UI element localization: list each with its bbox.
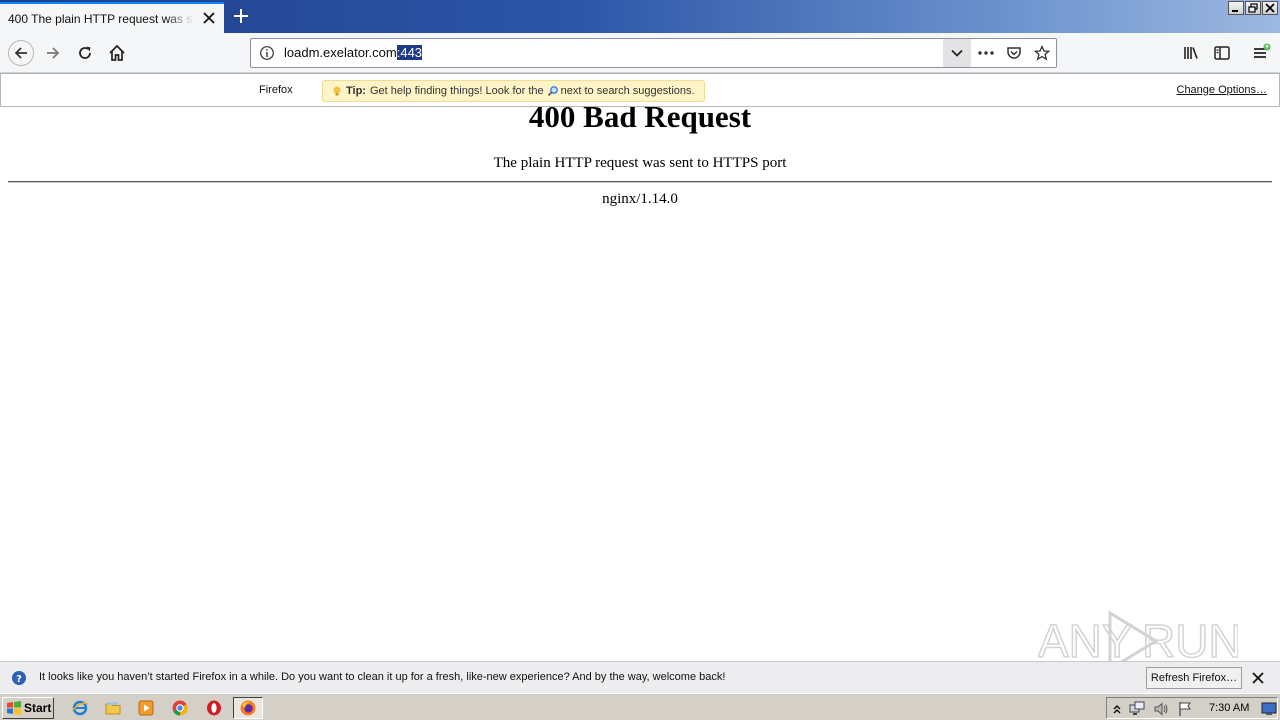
folder-icon [105,702,121,715]
bookmark-star-button[interactable] [1033,44,1051,62]
network-icon [1129,701,1145,715]
anyrun-watermark: ANY RUN [1038,610,1238,661]
sidebar-button[interactable] [1211,42,1233,64]
tray-clock[interactable]: 7:30 AM [1209,702,1249,714]
page-content: 400 Bad Request The plain HTTP request w… [0,107,1280,661]
star-icon [1034,45,1050,61]
taskbar-file-explorer[interactable] [103,698,123,718]
close-icon[interactable] [1251,671,1265,685]
tab-title: 400 The plain HTTP request was sent to H… [8,11,194,26]
speaker-icon [1154,702,1168,716]
horizontal-rule [8,181,1272,183]
watermark-text-left: ANY [1038,615,1133,661]
restore-button[interactable] [1245,1,1261,15]
home-button[interactable] [106,42,128,64]
navigation-toolbar: loadm.exelator.com:443 [0,33,1280,73]
page-actions-button[interactable] [977,44,995,62]
minimize-button[interactable] [1228,1,1244,15]
info-icon[interactable] [259,45,275,61]
reload-icon [79,46,91,59]
search-tip-bar: Firefox Tip: Get help finding things! Lo… [0,73,1280,107]
tray-network[interactable] [1129,701,1145,717]
magnifier-icon [547,86,558,97]
search-tip-box: Tip: Get help finding things! Look for t… [322,80,705,102]
title-bar: 400 The plain HTTP request was sent to H… [0,0,1280,33]
window-controls [1228,1,1278,15]
forward-button[interactable] [42,42,64,64]
internet-explorer-icon [71,700,89,716]
url-port-selected: :443 [396,45,423,60]
plus-icon[interactable] [230,5,252,27]
desktop-icon [1261,702,1277,715]
chevron-up-icon [1113,705,1121,714]
windows-flag-icon [7,701,21,715]
window-close-button[interactable] [1262,1,1278,15]
tip-text-after: next to search suggestions. [560,85,695,97]
url-text[interactable]: loadm.exelator.com:443 [284,45,423,60]
svg-text:?: ? [16,674,22,685]
taskbar-firefox-active[interactable] [233,697,263,719]
server-signature: nginx/1.14.0 [602,191,678,207]
close-icon [1265,3,1275,13]
system-tray: 7:30 AM [1106,697,1278,719]
lightbulb-icon [333,86,341,96]
url-history-dropdown[interactable] [943,39,971,67]
chevron-down-icon [951,49,963,57]
pocket-button[interactable] [1005,44,1023,62]
page-heading: 400 Bad Request [528,107,752,134]
sidebar-icon [1214,46,1230,60]
taskbar-internet-explorer[interactable] [70,698,90,718]
url-host: loadm.exelator.com [284,45,397,60]
forward-arrow-icon [47,47,60,59]
pocket-icon [1007,47,1021,59]
taskbar: Start 7:30 AM [0,693,1280,720]
start-label: Start [24,701,52,715]
refresh-firefox-button[interactable]: Refresh Firefox… [1146,667,1242,689]
media-player-icon [138,700,154,716]
library-button[interactable] [1180,42,1202,64]
refresh-notification-bar: ? It looks like you haven’t started Fire… [0,661,1280,693]
firefox-icon [240,700,256,716]
home-icon [109,44,125,61]
change-options-link[interactable]: Change Options… [1177,84,1268,96]
taskbar-media-player[interactable] [136,698,156,718]
watermark-text-right: RUN [1142,615,1238,661]
tray-volume[interactable] [1153,701,1169,717]
reload-button[interactable] [74,42,96,64]
close-icon[interactable] [202,11,216,25]
tray-expand-button[interactable] [1109,701,1125,717]
taskbar-chrome[interactable] [170,698,190,718]
show-desktop-button[interactable] [1261,701,1277,717]
restore-icon [1248,3,1258,13]
error-message: The plain HTTP request was sent to HTTPS… [493,155,787,171]
active-tab[interactable]: 400 The plain HTTP request was sent to H… [0,2,224,33]
flag-icon [1179,702,1191,716]
notification-message: It looks like you haven’t started Firefo… [39,671,726,683]
tip-text-before: Get help finding things! Look for the [369,85,544,97]
library-icon [1184,47,1198,59]
url-bar[interactable]: loadm.exelator.com:443 [250,38,1057,68]
taskbar-opera[interactable] [204,698,224,718]
back-button[interactable] [8,40,34,66]
back-arrow-icon [14,47,27,59]
minimize-icon [1232,10,1238,12]
question-icon: ? [12,671,26,685]
search-engine-label: Firefox [259,84,293,96]
opera-icon [207,700,221,716]
tray-action-center[interactable] [1177,701,1193,717]
menu-button[interactable] [1250,42,1272,64]
hamburger-menu-icon [1254,43,1271,58]
chrome-icon [172,700,188,716]
tip-bold-label: Tip: [346,85,366,97]
ellipsis-icon [978,51,994,55]
start-button[interactable]: Start [2,697,54,719]
